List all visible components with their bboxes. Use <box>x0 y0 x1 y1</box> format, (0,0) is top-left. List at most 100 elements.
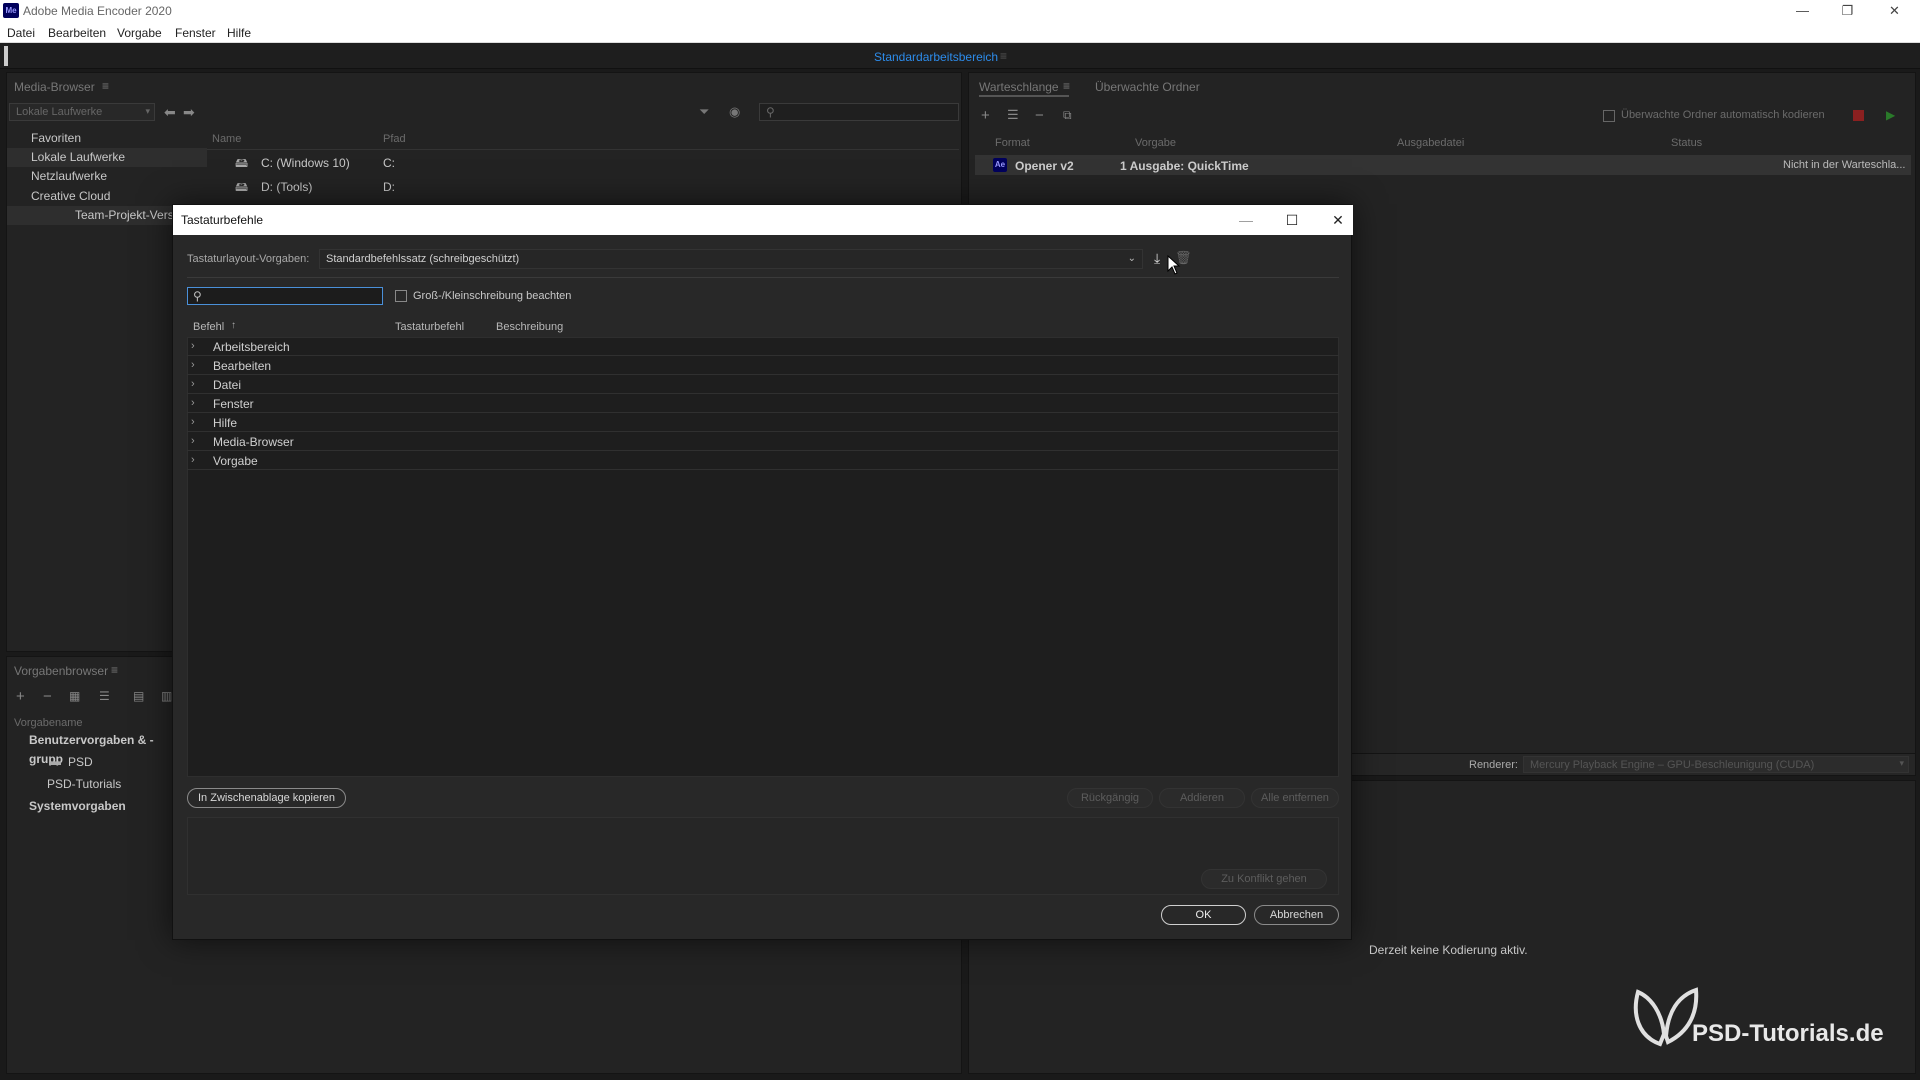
queue-item-name: Opener v2 <box>1015 159 1074 173</box>
command-group-row[interactable]: › Arbeitsbereich <box>187 337 1339 356</box>
command-group-row[interactable]: › Bearbeiten <box>187 356 1339 375</box>
preset-group-system[interactable]: Systemvorgaben <box>7 797 177 816</box>
column-header-path[interactable]: Pfad <box>383 133 406 145</box>
command-group-row[interactable]: › Media-Browser <box>187 432 1339 451</box>
location-dropdown[interactable]: Lokale Laufwerke ▾ <box>9 103 155 121</box>
queue-item-preset[interactable]: 1 Ausgabe: QuickTime <box>1120 159 1249 173</box>
dialog-minimize-button[interactable]: — <box>1231 209 1261 231</box>
ok-button[interactable]: OK <box>1161 905 1246 925</box>
chevron-down-icon: ▾ <box>1899 758 1904 768</box>
mouse-cursor-icon <box>1167 255 1181 275</box>
folder-icon: ▬ <box>49 754 61 768</box>
add-button[interactable]: Addieren <box>1159 788 1245 808</box>
panel-menu-icon[interactable]: ≡ <box>1063 79 1070 93</box>
command-group-label: Vorgabe <box>213 454 258 468</box>
settings-icon[interactable]: ☰ <box>1007 108 1019 121</box>
command-group-row[interactable]: › Hilfe <box>187 413 1339 432</box>
renderer-dropdown[interactable]: Mercury Playback Engine – GPU-Beschleuni… <box>1523 756 1909 773</box>
dialog-close-button[interactable]: ✕ <box>1323 209 1353 231</box>
close-window-button[interactable]: ✕ <box>1872 0 1917 22</box>
forward-arrow-icon[interactable]: ➡ <box>183 105 195 119</box>
active-tab-underline <box>979 95 1069 97</box>
command-group-label: Arbeitsbereich <box>213 340 290 354</box>
undo-button[interactable]: Rückgängig <box>1067 788 1153 808</box>
drive-name: C: (Windows 10) <box>261 156 350 170</box>
case-sensitive-label: Groß-/Kleinschreibung beachten <box>413 290 572 302</box>
copy-to-clipboard-button[interactable]: In Zwischenablage kopieren <box>187 788 346 808</box>
minimize-window-button[interactable]: — <box>1780 0 1825 22</box>
drive-icon: 🖴 <box>235 155 249 170</box>
filter-icon[interactable]: ⏷ <box>699 105 709 118</box>
preset-item-psd-tutorials[interactable]: PSD-Tutorials <box>7 775 177 794</box>
chevron-down-icon: ▾ <box>145 106 150 116</box>
dialog-maximize-button[interactable]: ☐ <box>1277 209 1307 231</box>
file-row[interactable]: 🖴 C: (Windows 10) C: <box>207 153 959 173</box>
column-header-description[interactable]: Beschreibung <box>496 321 563 333</box>
layout-preset-dropdown[interactable]: Standardbefehlssatz (schreibgeschützt) ⌄ <box>319 249 1143 269</box>
shortcut-search-input[interactable]: ⚲ <box>187 287 383 305</box>
import-icon[interactable]: ▤ <box>133 690 144 702</box>
remove-icon[interactable]: − <box>43 689 52 704</box>
restore-window-button[interactable]: ❐ <box>1825 0 1870 22</box>
command-group-row[interactable]: › Fenster <box>187 394 1339 413</box>
preset-folder-psd[interactable]: PSD <box>7 753 177 772</box>
duplicate-icon[interactable]: ⧉ <box>1063 109 1072 121</box>
auto-encode-checkbox[interactable] <box>1603 110 1615 122</box>
column-header-output[interactable]: Ausgabedatei <box>1397 137 1464 149</box>
tree-item-netzlaufwerke[interactable]: Netzlaufwerke <box>7 167 207 186</box>
panel-menu-icon[interactable]: ≡ <box>102 79 109 93</box>
command-group-row[interactable]: › Vorgabe <box>187 451 1339 470</box>
column-header-status[interactable]: Status <box>1671 137 1702 149</box>
back-arrow-icon[interactable]: ⬅ <box>164 105 176 119</box>
export-icon[interactable]: ▥ <box>161 690 172 702</box>
settings-icon[interactable]: ☰ <box>99 690 110 702</box>
app-title: Adobe Media Encoder 2020 <box>23 4 172 18</box>
workspace-grip <box>4 46 8 66</box>
command-group-row[interactable]: › Datei <box>187 375 1339 394</box>
file-row[interactable]: 🖴 D: (Tools) D: <box>207 177 959 197</box>
panel-menu-icon[interactable]: ≡ <box>111 663 118 677</box>
cancel-button[interactable]: Abbrechen <box>1254 905 1339 925</box>
column-header-name[interactable]: Name <box>212 133 241 145</box>
chevron-right-icon: › <box>191 435 195 447</box>
view-eye-icon[interactable]: ◉ <box>729 105 740 118</box>
divider <box>187 277 1339 278</box>
menu-bar: Datei Bearbeiten Vorgabe Fenster Hilfe <box>0 22 1920 43</box>
command-group-label: Datei <box>213 378 242 392</box>
stop-icon[interactable] <box>1853 110 1864 121</box>
auto-encode-label: Überwachte Ordner automatisch kodieren <box>1621 109 1825 121</box>
chevron-right-icon: › <box>191 416 195 428</box>
save-as-icon[interactable]: ⤓ <box>1154 251 1160 265</box>
menu-vorgabe[interactable]: Vorgabe <box>117 26 162 40</box>
column-header-preset-name[interactable]: Vorgabename <box>14 717 83 729</box>
preset-group-user[interactable]: Benutzervorgaben & -grupp <box>7 731 177 766</box>
remove-icon[interactable]: − <box>1035 108 1044 123</box>
add-source-icon[interactable]: + <box>981 108 990 123</box>
remove-all-button[interactable]: Alle entfernen <box>1251 788 1339 808</box>
column-header-shortcut[interactable]: Tastaturbefehl <box>395 321 464 333</box>
column-header-command[interactable]: Befehl <box>193 321 224 333</box>
workspace-menu-icon[interactable]: ≡ <box>1000 49 1007 63</box>
tab-ueberwachte-ordner[interactable]: Überwachte Ordner <box>1095 80 1200 94</box>
goto-conflict-button[interactable]: Zu Konflikt gehen <box>1201 869 1327 889</box>
tree-item-lokale-laufwerke[interactable]: Lokale Laufwerke <box>7 148 207 167</box>
workspace-tab-standard[interactable]: Standardarbeitsbereich <box>874 50 998 64</box>
menu-datei[interactable]: Datei <box>7 26 35 40</box>
queue-item-row[interactable]: Ae Opener v2 1 Ausgabe: QuickTime Nicht … <box>975 155 1911 175</box>
menu-bearbeiten[interactable]: Bearbeiten <box>48 26 106 40</box>
column-header-format[interactable]: Format <box>995 137 1030 149</box>
column-header-preset[interactable]: Vorgabe <box>1135 137 1176 149</box>
conflict-area <box>187 817 1339 895</box>
add-icon[interactable]: + <box>16 689 25 704</box>
play-icon[interactable]: ▶ <box>1886 109 1895 121</box>
menu-fenster[interactable]: Fenster <box>175 26 216 40</box>
tab-warteschlange[interactable]: Warteschlange <box>979 80 1059 94</box>
media-search-input[interactable]: ⚲ <box>759 103 959 121</box>
tree-item-favoriten[interactable]: Favoriten <box>7 129 207 148</box>
watermark-text: PSD-Tutorials.de <box>1692 1020 1884 1047</box>
case-sensitive-checkbox[interactable] <box>395 290 407 302</box>
menu-hilfe[interactable]: Hilfe <box>227 26 251 40</box>
renderer-label: Renderer: <box>1469 759 1518 771</box>
layout-preset-value: Standardbefehlssatz (schreibgeschützt) <box>326 253 520 265</box>
new-group-icon[interactable]: ▦ <box>69 690 80 702</box>
